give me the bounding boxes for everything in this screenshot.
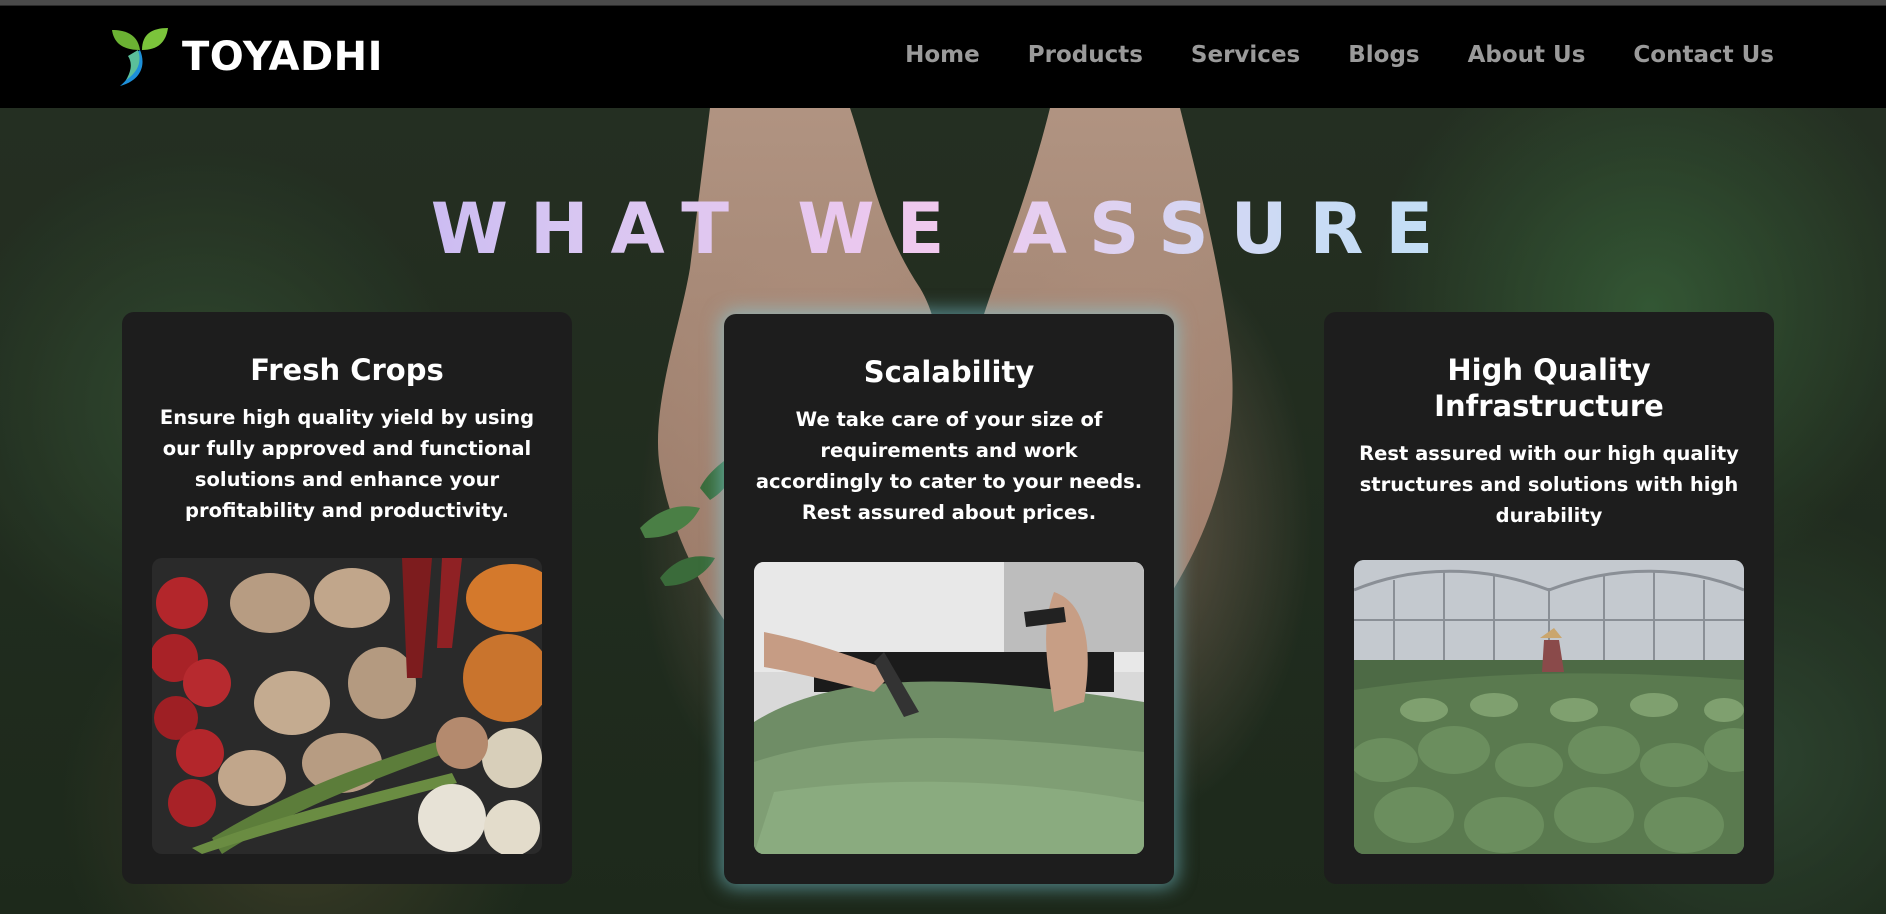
card-description: We take care of your size of requirement… [755,408,1143,524]
card-description: Ensure high quality yield by using our f… [159,406,535,522]
card-fresh-crops: Fresh Crops Ensure high quality yield by… [122,312,572,884]
vegetables-image [152,558,542,854]
card-high-quality-infrastructure: High Quality Infrastructure Rest assured… [1324,312,1774,884]
microgreens-photo [754,562,1144,854]
nav-home[interactable]: Home [905,42,980,68]
card-title: High Quality Infrastructure [1434,353,1664,423]
sprout-logo-icon [112,28,168,86]
nav-blogs[interactable]: Blogs [1348,42,1419,68]
nav-contact-us[interactable]: Contact Us [1633,42,1774,68]
section-heading: WHAT WE ASSURE [0,188,1886,270]
hero-section: WHAT WE ASSURE Fresh Crops Ensure high q… [0,108,1886,914]
brand-logo[interactable]: TOYADHI [108,24,383,90]
navbar: TOYADHI Home Products Services Blogs Abo… [0,6,1886,108]
microgreens-image [754,562,1144,854]
brand-name: TOYADHI [182,34,384,80]
nav-about-us[interactable]: About Us [1468,42,1586,68]
nav-services[interactable]: Services [1191,42,1300,68]
card-scalability: Scalability We take care of your size of… [724,314,1174,884]
greenhouse-image [1354,560,1744,854]
card-title: Scalability [863,355,1035,389]
greenhouse-photo [1354,560,1744,854]
main-nav: Home Products Services Blogs About Us Co… [905,42,1774,68]
vegetables-photo [152,558,542,854]
card-title: Fresh Crops [250,353,444,387]
card-description: Rest assured with our high quality struc… [1359,442,1739,527]
nav-products[interactable]: Products [1028,42,1143,68]
